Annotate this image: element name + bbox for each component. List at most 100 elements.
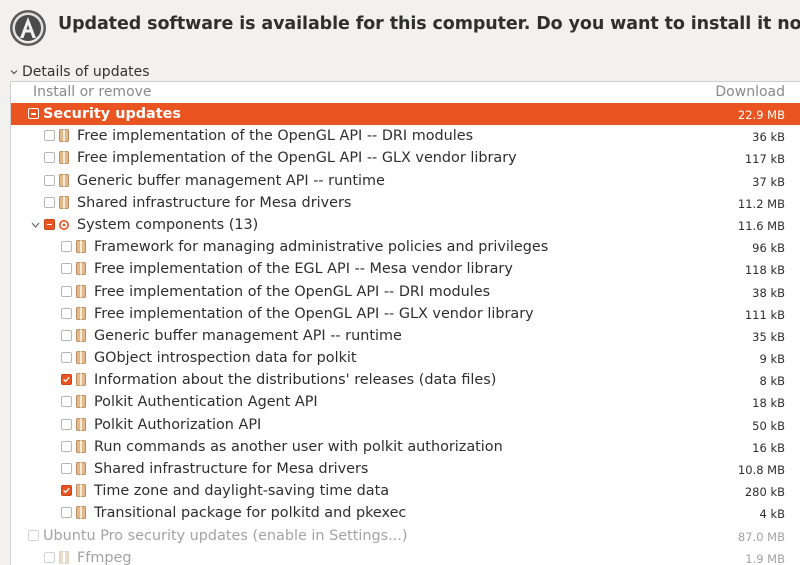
package-row[interactable]: Free implementation of the OpenGL API --…	[11, 281, 800, 303]
details-label: Details of updates	[22, 64, 150, 80]
row-label: Ffmpeg	[77, 549, 132, 565]
row-download-size: 96 kB	[752, 241, 785, 256]
row-checkbox[interactable]	[61, 263, 72, 275]
column-header: Install or remove Download	[11, 82, 800, 104]
row-checkbox[interactable]	[28, 529, 39, 541]
row-download-size: 9 kB	[759, 352, 785, 367]
system-components-icon	[59, 219, 69, 230]
row-label: Shared infrastructure for Mesa drivers	[94, 461, 369, 477]
row-label: Polkit Authentication Agent API	[94, 394, 318, 411]
row-download-size: 8 kB	[759, 374, 785, 389]
package-icon	[59, 129, 69, 143]
column-download[interactable]: Download	[715, 84, 785, 100]
package-row[interactable]: Shared infrastructure for Mesa drivers 11…	[11, 192, 800, 214]
checkmark-icon	[63, 488, 70, 494]
details-expander[interactable]: Details of updates	[9, 63, 150, 81]
row-download-size: 50 kB	[752, 418, 785, 433]
package-icon	[59, 195, 69, 209]
row-checkbox[interactable]	[44, 551, 55, 563]
row-checkbox[interactable]	[44, 218, 55, 230]
row-checkbox[interactable]	[44, 130, 55, 142]
package-icon	[76, 373, 86, 387]
row-label: Generic buffer management API -- runtime	[77, 172, 385, 189]
package-row[interactable]: Information about the distributions' rel…	[11, 369, 800, 391]
row-label: Shared infrastructure for Mesa drivers	[77, 194, 352, 211]
row-download-size: 36 kB	[752, 130, 785, 145]
row-checkbox[interactable]	[44, 196, 55, 208]
package-icon	[76, 240, 86, 254]
package-icon	[59, 173, 69, 187]
package-row[interactable]: Polkit Authentication Agent API 18 kB	[11, 391, 800, 413]
row-download-size: 118 kB	[744, 263, 785, 278]
row-checkbox[interactable]	[61, 374, 72, 386]
package-row[interactable]: Free implementation of the OpenGL API --…	[11, 147, 800, 169]
row-download-size: 117 kB	[744, 152, 785, 167]
package-row[interactable]: Transitional package for polkitd and pke…	[11, 502, 800, 524]
row-checkbox[interactable]	[61, 440, 72, 452]
package-icon	[76, 462, 86, 475]
row-label: Free implementation of the EGL API -- Me…	[94, 261, 513, 278]
row-label: Free implementation of the OpenGL API --…	[94, 283, 491, 300]
row-checkbox[interactable]	[28, 108, 39, 119]
row-label: Free implementation of the OpenGL API --…	[77, 128, 474, 145]
row-checkbox[interactable]	[61, 352, 72, 364]
package-icon	[76, 439, 86, 453]
row-checkbox[interactable]	[61, 485, 72, 497]
package-icon	[76, 328, 86, 342]
row-download-size: 11.2 MB	[737, 196, 785, 211]
row-checkbox[interactable]	[61, 418, 72, 430]
row-download-size: 22.9 MB	[737, 108, 785, 122]
package-row[interactable]: Ffmpeg 1.9 MB	[11, 547, 800, 565]
package-row[interactable]: Framework for managing administrative po…	[11, 236, 800, 258]
row-download-size: 87.0 MB	[737, 529, 785, 544]
package-row[interactable]: Free implementation of the EGL API -- Me…	[11, 258, 800, 280]
row-checkbox[interactable]	[44, 152, 55, 164]
row-checkbox[interactable]	[61, 329, 72, 341]
row-checkbox[interactable]	[61, 285, 72, 297]
group-row[interactable]: Security updates 22.9 MB	[11, 103, 800, 126]
package-row[interactable]: Shared infrastructure for Mesa drivers 10…	[11, 458, 800, 480]
row-download-size: 37 kB	[752, 174, 785, 189]
row-checkbox[interactable]	[61, 241, 72, 253]
package-icon	[76, 506, 86, 520]
package-row[interactable]: Generic buffer management API -- runtime…	[11, 170, 800, 192]
package-row[interactable]: Free implementation of the OpenGL API --…	[11, 125, 800, 147]
package-row[interactable]: Generic buffer management API -- runtime…	[11, 325, 800, 347]
column-install-or-remove[interactable]: Install or remove	[33, 84, 152, 100]
package-icon	[76, 417, 86, 431]
package-row[interactable]: Run commands as another user with polkit…	[11, 436, 800, 458]
row-label: Transitional package for polkitd and pke…	[94, 505, 407, 522]
package-icon	[76, 306, 86, 320]
chevron-down-icon	[10, 70, 18, 75]
row-label: Information about the distributions' rel…	[94, 372, 497, 389]
row-label: System components (13)	[77, 216, 259, 233]
package-row[interactable]: Time zone and daylight-saving time data 2…	[11, 480, 800, 502]
updates-tree[interactable]: Install or remove Download Security upda…	[10, 81, 800, 565]
dialog-header: Updated software is available for this c…	[0, 0, 800, 58]
package-row[interactable]: Polkit Authorization API 50 kB	[11, 414, 800, 436]
package-icon	[59, 550, 69, 564]
row-label: Ubuntu Pro security updates (enable in S…	[43, 527, 408, 544]
row-download-size: 111 kB	[744, 307, 785, 322]
group-row[interactable]: System components (13) 11.6 MB	[11, 214, 800, 236]
row-download-size: 35 kB	[752, 329, 785, 344]
package-row[interactable]: GObject introspection data for polkit 9 k…	[11, 347, 800, 369]
row-label: GObject introspection data for polkit	[94, 350, 357, 367]
row-download-size: 11.6 MB	[737, 218, 785, 233]
row-checkbox[interactable]	[61, 396, 72, 408]
expander-arrow-icon[interactable]	[31, 222, 40, 228]
row-checkbox[interactable]	[44, 174, 55, 186]
row-label: Generic buffer management API -- runtime	[94, 327, 402, 344]
group-row[interactable]: Ubuntu Pro security updates (enable in S…	[11, 525, 800, 547]
row-checkbox[interactable]	[61, 307, 72, 319]
row-label: Free implementation of the OpenGL API --…	[94, 305, 534, 322]
package-icon	[76, 262, 86, 276]
row-download-size: 38 kB	[752, 285, 785, 300]
row-checkbox[interactable]	[61, 463, 72, 474]
package-row[interactable]: Free implementation of the OpenGL API --…	[11, 303, 800, 325]
row-label: Polkit Authorization API	[94, 416, 262, 433]
row-checkbox[interactable]	[61, 507, 72, 519]
row-label: Framework for managing administrative po…	[94, 239, 549, 256]
checkmark-icon	[63, 377, 70, 383]
row-label: Free implementation of the OpenGL API --…	[77, 150, 517, 167]
